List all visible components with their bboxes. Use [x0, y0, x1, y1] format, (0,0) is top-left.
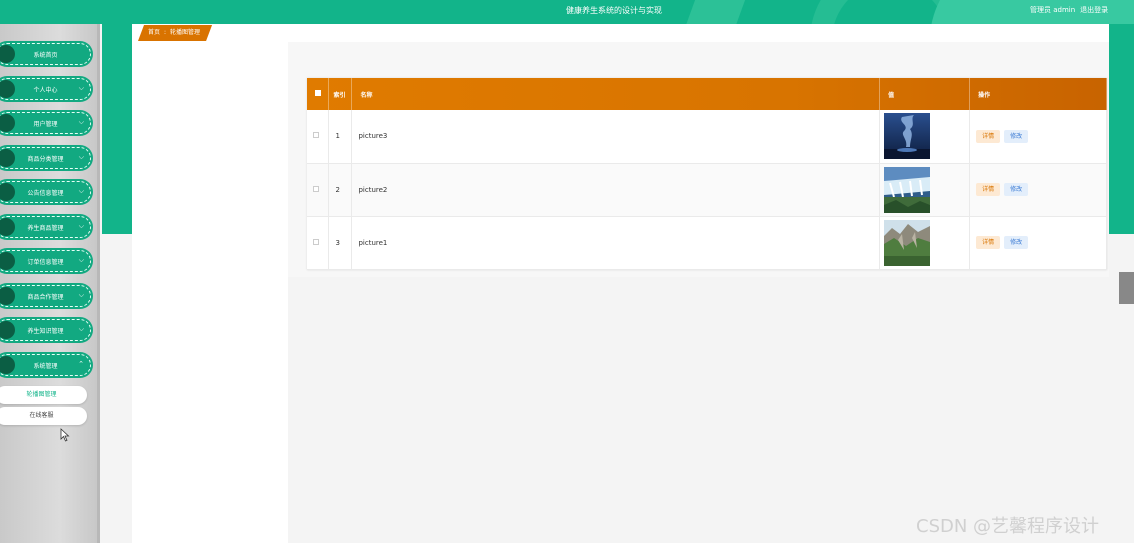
chevron-up-icon: ⌃ — [78, 360, 84, 368]
row-checkbox[interactable] — [313, 132, 319, 139]
sidebar-item-product-categories[interactable]: 商品分类管理 ⌵ — [0, 147, 91, 169]
breadcrumb-separator: : — [164, 29, 167, 36]
sidebar-item-home[interactable]: 系统首页 — [0, 43, 91, 65]
sidebar-subitem-online-service[interactable]: 在线客服 — [0, 407, 87, 425]
sidebar-item-health-knowledge[interactable]: 养生知识管理 ⌵ — [0, 319, 91, 341]
sidebar-item-personal-center[interactable]: 个人中心 ⌵ — [0, 78, 91, 100]
column-header-index: 索引 — [328, 78, 353, 110]
system-title: 健康养生系统的设计与实现 — [566, 6, 662, 15]
row-index: 2 — [328, 163, 353, 217]
menu-dot-icon — [0, 114, 15, 132]
detail-button[interactable]: 详情 — [976, 183, 1001, 196]
select-all-checkbox[interactable] — [315, 90, 321, 96]
chevron-down-icon: ⌵ — [78, 256, 84, 264]
logout-link[interactable]: 退出登录 — [1080, 6, 1108, 14]
chevron-down-icon: ⌵ — [78, 118, 84, 126]
column-header-name: 名称 — [351, 78, 881, 110]
row-name: picture2 — [351, 163, 881, 217]
table-row: 2 picture2 详情 修改 — [307, 163, 1107, 217]
row-checkbox[interactable] — [313, 238, 319, 245]
watermark: CSDN @艺馨程序设计 — [916, 516, 1100, 537]
menu-dot-icon — [0, 252, 15, 270]
sidebar — [0, 24, 100, 543]
mountain-cliff-scene-image — [884, 219, 931, 266]
sidebar-item-users[interactable]: 用户管理 ⌵ — [0, 112, 91, 134]
top-bar: 健康养生系统的设计与实现 管理员 admin 退出登录 — [0, 0, 1134, 24]
sidebar-subitem-carousel[interactable]: 轮播图管理 — [0, 386, 87, 404]
sidebar-item-label: 商品合作管理 — [27, 294, 64, 301]
row-image-cell — [879, 216, 971, 270]
sidebar-item-health-products[interactable]: 养生商品管理 ⌵ — [0, 216, 91, 238]
row-checkbox[interactable] — [313, 185, 319, 192]
chevron-down-icon: ⌵ — [78, 153, 84, 161]
select-all-header — [307, 78, 330, 110]
sidebar-item-label: 订单信息管理 — [27, 259, 64, 266]
chevron-down-icon: ⌵ — [78, 325, 84, 333]
detail-button[interactable]: 详情 — [976, 236, 1001, 249]
sidebar-item-announcements[interactable]: 公告信息管理 ⌵ — [0, 181, 91, 203]
breadcrumb: 首页: 轮播图管理 — [138, 25, 212, 41]
menu-dot-icon — [0, 80, 15, 98]
content-left-panel — [132, 42, 288, 543]
sidebar-item-label: 养生知识管理 — [27, 328, 64, 335]
mouse-cursor-icon — [60, 428, 70, 442]
sidebar-item-orders[interactable]: 订单信息管理 ⌵ — [0, 250, 91, 272]
sidebar-item-label: 公告信息管理 — [27, 190, 64, 197]
chevron-down-icon: ⌵ — [78, 291, 84, 299]
sidebar-item-label: 商品分类管理 — [27, 156, 64, 163]
table-row: 3 picture1 详情 修改 — [307, 216, 1107, 270]
row-index: 1 — [328, 110, 353, 164]
sidebar-item-system[interactable]: 系统管理 ⌃ — [0, 354, 91, 376]
sidebar-item-label: 个人中心 — [33, 87, 58, 94]
column-header-value: 值 — [879, 78, 971, 110]
detail-button[interactable]: 详情 — [976, 129, 1001, 143]
sidebar-divider — [97, 24, 100, 543]
carousel-table: 索引 名称 值 操作 1 picture3 详情 修改 2 picture2 详… — [307, 78, 1107, 270]
menu-dot-icon — [0, 183, 15, 201]
user-area: 管理员 admin 退出登录 — [1030, 5, 1113, 15]
chevron-down-icon: ⌵ — [78, 187, 84, 195]
row-image-cell — [879, 110, 971, 164]
edit-button[interactable]: 修改 — [1004, 129, 1029, 143]
blue-night-scene-image — [884, 113, 931, 160]
row-index: 3 — [328, 216, 353, 270]
row-image-cell — [879, 163, 971, 217]
row-name: picture1 — [351, 216, 881, 270]
breadcrumb-current: 轮播图管理 — [170, 29, 201, 36]
row-actions: 详情 修改 — [969, 216, 1107, 270]
menu-dot-icon — [0, 356, 15, 374]
edit-button[interactable]: 修改 — [1004, 183, 1029, 196]
waterfall-scene-image — [884, 166, 931, 213]
menu-dot-icon — [0, 287, 15, 305]
menu-dot-icon — [0, 45, 15, 63]
sidebar-item-label: 养生商品管理 — [27, 225, 64, 232]
sidebar-item-label: 系统管理 — [33, 363, 58, 370]
breadcrumb-home[interactable]: 首页 — [148, 29, 160, 36]
chevron-down-icon: ⌵ — [78, 222, 84, 230]
breadcrumb-bar — [132, 24, 1109, 42]
side-scroll-tab[interactable] — [1119, 272, 1134, 304]
header-decoration — [682, 0, 748, 24]
admin-label: 管理员 admin — [1030, 6, 1076, 14]
table-header: 索引 名称 值 操作 — [307, 78, 1107, 110]
sidebar-item-label: 系统首页 — [33, 52, 58, 59]
table-row: 1 picture3 详情 修改 — [307, 110, 1107, 164]
chevron-down-icon: ⌵ — [78, 84, 84, 92]
sidebar-item-partnerships[interactable]: 商品合作管理 ⌵ — [0, 285, 91, 307]
row-actions: 详情 修改 — [969, 163, 1107, 217]
row-actions: 详情 修改 — [969, 110, 1107, 164]
row-name: picture3 — [351, 110, 881, 164]
sidebar-item-label: 用户管理 — [33, 121, 58, 128]
menu-dot-icon — [0, 149, 15, 167]
column-header-actions: 操作 — [969, 78, 1107, 110]
menu-dot-icon — [0, 218, 15, 236]
edit-button[interactable]: 修改 — [1004, 236, 1029, 249]
menu-dot-icon — [0, 321, 15, 339]
